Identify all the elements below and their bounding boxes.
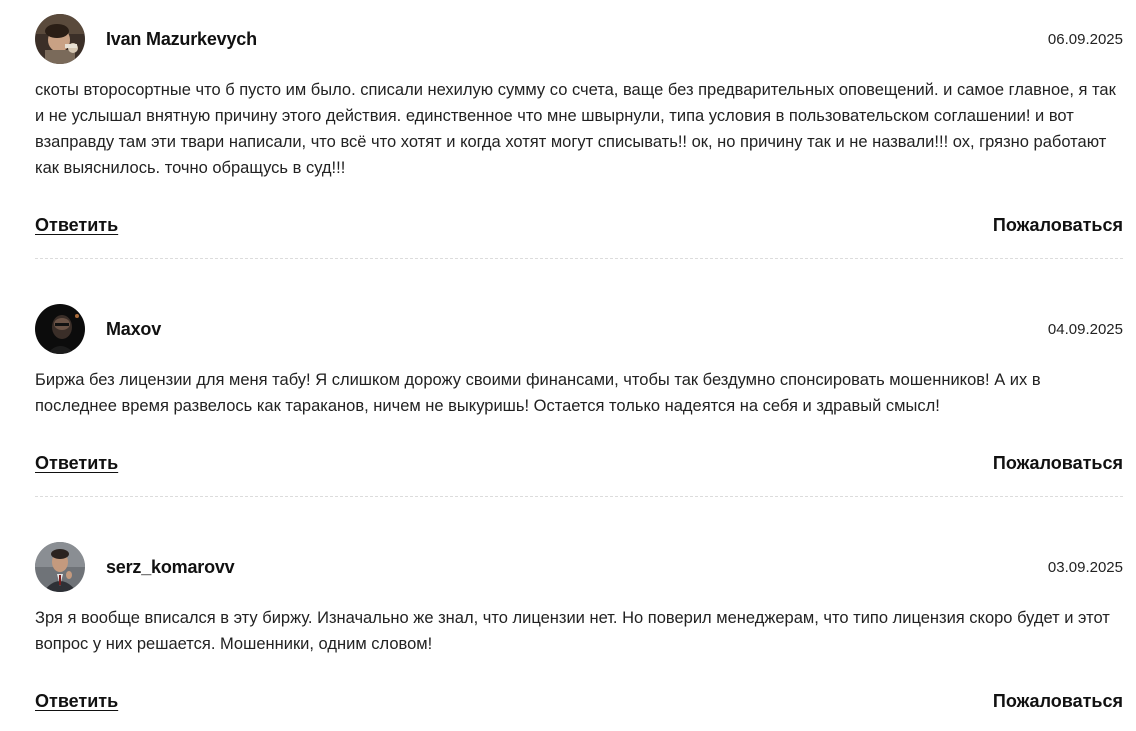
avatar[interactable]	[35, 542, 85, 592]
report-link[interactable]: Пожаловаться	[993, 215, 1123, 236]
divider	[35, 496, 1123, 497]
report-link[interactable]: Пожаловаться	[993, 691, 1123, 712]
comment-item: serz_komarovv 03.09.2025 Зря я вообще вп…	[35, 542, 1123, 715]
report-link[interactable]: Пожаловаться	[993, 453, 1123, 474]
comment-date: 06.09.2025	[1047, 31, 1123, 48]
comment-header: serz_komarovv 03.09.2025	[35, 542, 1123, 592]
avatar[interactable]	[35, 14, 85, 64]
comment-date: 04.09.2025	[1047, 321, 1123, 338]
comment-actions: Ответить Пожаловаться	[35, 691, 1123, 715]
comment-author: serz_komarovv	[106, 557, 235, 577]
avatar-photo-icon	[35, 304, 85, 354]
reply-link[interactable]: Ответить	[35, 453, 118, 474]
comment-item: Ivan Mazurkevych 06.09.2025 скоты второс…	[35, 14, 1123, 239]
comment-date: 03.09.2025	[1047, 559, 1123, 576]
avatar-photo-icon	[35, 542, 85, 592]
comment-header: Ivan Mazurkevych 06.09.2025	[35, 14, 1123, 64]
comment-header: Maxov 04.09.2025	[35, 304, 1123, 354]
reply-link[interactable]: Ответить	[35, 691, 118, 712]
comment-author: Maxov	[106, 319, 162, 339]
comments-list: Ivan Mazurkevych 06.09.2025 скоты второс…	[0, 0, 1136, 731]
comment-item: Maxov 04.09.2025 Биржа без лицензии для …	[35, 304, 1123, 477]
comment-actions: Ответить Пожаловаться	[35, 453, 1123, 477]
avatar-photo-icon	[35, 14, 85, 64]
comment-author: Ivan Mazurkevych	[106, 29, 257, 49]
comment-text: Зря я вообще вписался в эту биржу. Изнач…	[35, 609, 1110, 653]
comment-text: скоты второсортные что б пусто им было. …	[35, 81, 1116, 177]
comment-text: Биржа без лицензии для меня табу! Я слиш…	[35, 371, 1041, 415]
comment-actions: Ответить Пожаловаться	[35, 215, 1123, 239]
divider	[35, 258, 1123, 259]
avatar[interactable]	[35, 304, 85, 354]
reply-link[interactable]: Ответить	[35, 215, 118, 236]
